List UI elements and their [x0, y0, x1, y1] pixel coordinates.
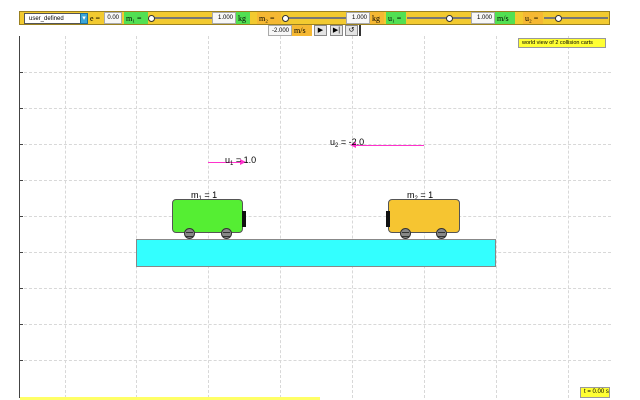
world-title: world view of 2 collision carts	[518, 38, 606, 48]
m1-slider-track[interactable]	[149, 17, 212, 19]
wheel-icon	[436, 228, 447, 239]
u2-slider-knob[interactable]	[555, 15, 562, 22]
axis-tick	[19, 324, 23, 325]
u1-label: u₁ =	[386, 12, 406, 24]
grid-line	[280, 36, 281, 398]
axis-tick	[19, 144, 23, 145]
axis-tick	[19, 72, 23, 73]
u1-unit: m/s	[495, 12, 515, 24]
grid-line	[496, 36, 497, 398]
cart-1[interactable]	[172, 199, 243, 233]
preset-select[interactable]: user_defined	[24, 13, 88, 24]
u1-label-world: u1 = 1.0	[225, 155, 257, 167]
u2-field[interactable]: -2.000	[268, 25, 292, 36]
wheel-icon	[221, 228, 232, 239]
grid-line	[136, 36, 137, 398]
e-label: e =	[90, 13, 101, 23]
grid-line	[19, 288, 611, 289]
m2-slider-knob[interactable]	[282, 15, 289, 22]
chevron-down-icon[interactable]: ▾	[80, 13, 88, 24]
track-surface	[136, 239, 496, 267]
u2-label-world: u2 = -2.0	[330, 137, 365, 149]
m1-value: 1.000	[217, 15, 233, 21]
m1-label: m₁ =	[124, 12, 148, 24]
u2-slider-track[interactable]	[544, 17, 608, 19]
step-icon: ▶|	[332, 27, 341, 34]
m1-slider-knob[interactable]	[148, 15, 155, 22]
play-icon: ▶	[317, 27, 324, 34]
step-button[interactable]: ▶|	[330, 25, 343, 36]
m2-label: m₂ =	[257, 12, 281, 24]
axis-tick	[19, 180, 23, 181]
axis-tick	[19, 108, 23, 109]
m1-field[interactable]: 1.000	[212, 12, 236, 24]
axis-tick	[19, 288, 23, 289]
cart-2-bumper	[386, 211, 390, 227]
u2-label: u₂ =	[523, 12, 543, 24]
reset-icon: ↺	[348, 27, 355, 34]
grid-line	[19, 324, 611, 325]
grid-line	[19, 216, 611, 217]
axis-tick	[19, 360, 23, 361]
grid-line	[19, 180, 611, 181]
u1-slider-track[interactable]	[407, 17, 471, 19]
world-view	[19, 36, 611, 398]
divider	[359, 25, 361, 36]
play-button[interactable]: ▶	[314, 25, 327, 36]
reset-button[interactable]: ↺	[345, 25, 358, 36]
u1-field[interactable]: 1.000	[471, 12, 495, 24]
m2-field[interactable]: 1.000	[346, 12, 370, 24]
u2-value: -2.000	[271, 27, 289, 34]
u1-slider-knob[interactable]	[446, 15, 453, 22]
axis-tick	[19, 216, 23, 217]
grid-line	[19, 72, 611, 73]
m2-slider-track[interactable]	[282, 17, 346, 19]
grid-line	[65, 36, 66, 398]
grid-line	[352, 36, 353, 398]
u2-arrow[interactable]	[354, 145, 424, 146]
m1-unit: kg	[236, 12, 250, 24]
grid-line	[19, 144, 611, 145]
time-readout: t = 0.00 s	[580, 387, 610, 398]
cart-2[interactable]	[388, 199, 460, 233]
axis-tick	[19, 252, 23, 253]
preset-value: user_defined	[29, 15, 64, 22]
m2-unit: kg	[370, 12, 384, 24]
grid-line	[19, 360, 611, 361]
grid-line	[568, 36, 569, 398]
e-value: 0.00	[107, 15, 119, 21]
m2-value: 1.000	[351, 15, 367, 21]
cart-1-bumper	[242, 211, 246, 227]
u2-unit: m/s	[292, 25, 312, 36]
wheel-icon	[400, 228, 411, 239]
wheel-icon	[184, 228, 195, 239]
grid-line	[19, 108, 611, 109]
u1-value: 1.000	[476, 15, 492, 21]
e-field[interactable]: 0.00	[104, 12, 122, 24]
